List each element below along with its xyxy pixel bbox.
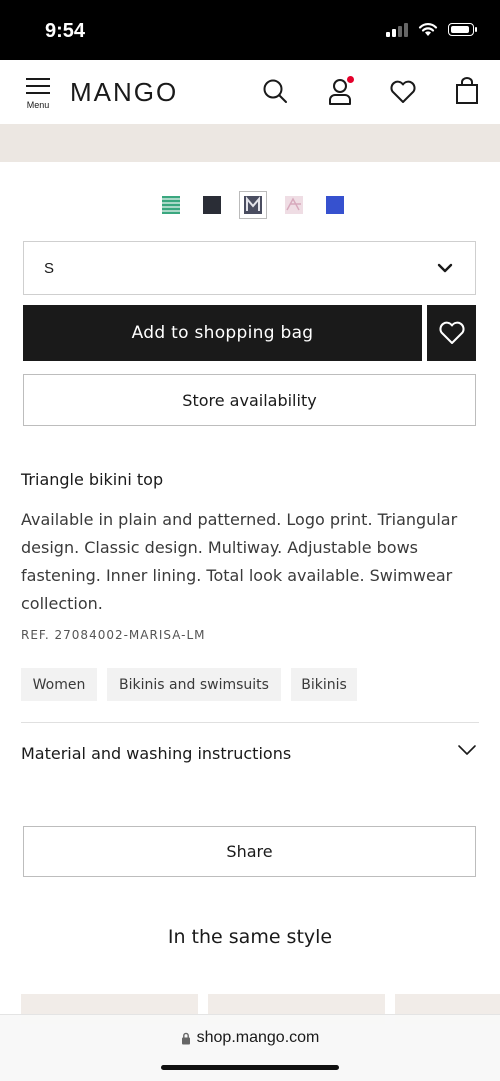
menu-label: Menu: [26, 100, 50, 110]
menu-button[interactable]: Menu: [22, 78, 54, 110]
tag-bikinis-and-swimsuits[interactable]: Bikinis and swimsuits: [107, 668, 281, 701]
menu-icon: [26, 78, 50, 80]
size-select[interactable]: S: [23, 241, 476, 295]
notification-dot: [347, 76, 354, 83]
swatch-royal-blue[interactable]: [326, 196, 344, 214]
url-display[interactable]: shop.mango.com: [0, 1029, 500, 1047]
tag-bikinis[interactable]: Bikinis: [291, 668, 357, 701]
swatch-green-print[interactable]: [162, 196, 180, 214]
battery-icon: [448, 23, 477, 36]
tag-women[interactable]: Women: [21, 668, 97, 701]
same-style-title: In the same style: [167, 926, 333, 948]
chevron-down-icon: [437, 263, 453, 273]
share-button[interactable]: Share: [23, 826, 476, 877]
product-name: Triangle bikini top: [21, 470, 164, 489]
search-icon[interactable]: [262, 78, 288, 104]
swatch-pink-print[interactable]: [285, 196, 303, 214]
product-reference: REF. 27084002-MARISA-LM: [21, 628, 206, 642]
shopping-bag-icon[interactable]: [455, 77, 479, 105]
chevron-down-icon: [458, 745, 476, 755]
lock-icon: [181, 1032, 190, 1044]
favorites-heart-icon[interactable]: [389, 80, 417, 104]
divider: [21, 722, 479, 723]
url-text: shop.mango.com: [196, 1029, 320, 1046]
promo-banner: [0, 124, 500, 162]
account-button[interactable]: [328, 76, 354, 106]
status-bar: 9:54: [0, 0, 500, 60]
product-description: Available in plain and patterned. Logo p…: [21, 510, 458, 613]
home-indicator[interactable]: [161, 1065, 339, 1070]
site-header: Menu MANGO: [0, 60, 500, 124]
color-swatches: [0, 191, 500, 219]
swatch-navy-print-selected[interactable]: [239, 191, 267, 219]
status-icons: [386, 22, 477, 37]
status-time: 9:54: [45, 20, 86, 42]
size-value: S: [44, 260, 55, 277]
material-accordion[interactable]: Material and washing instructions: [21, 738, 479, 772]
heart-icon: [438, 321, 465, 344]
store-availability-button[interactable]: Store availability: [23, 374, 476, 426]
wifi-icon: [418, 23, 438, 36]
signal-icon: [386, 22, 408, 37]
add-to-favorites-button[interactable]: [427, 305, 476, 361]
add-to-bag-button[interactable]: Add to shopping bag: [23, 305, 422, 361]
mango-logo[interactable]: MANGO: [70, 77, 178, 108]
swatch-navy[interactable]: [203, 196, 221, 214]
material-accordion-title: Material and washing instructions: [21, 744, 292, 763]
browser-url-bar[interactable]: shop.mango.com: [0, 1014, 500, 1081]
